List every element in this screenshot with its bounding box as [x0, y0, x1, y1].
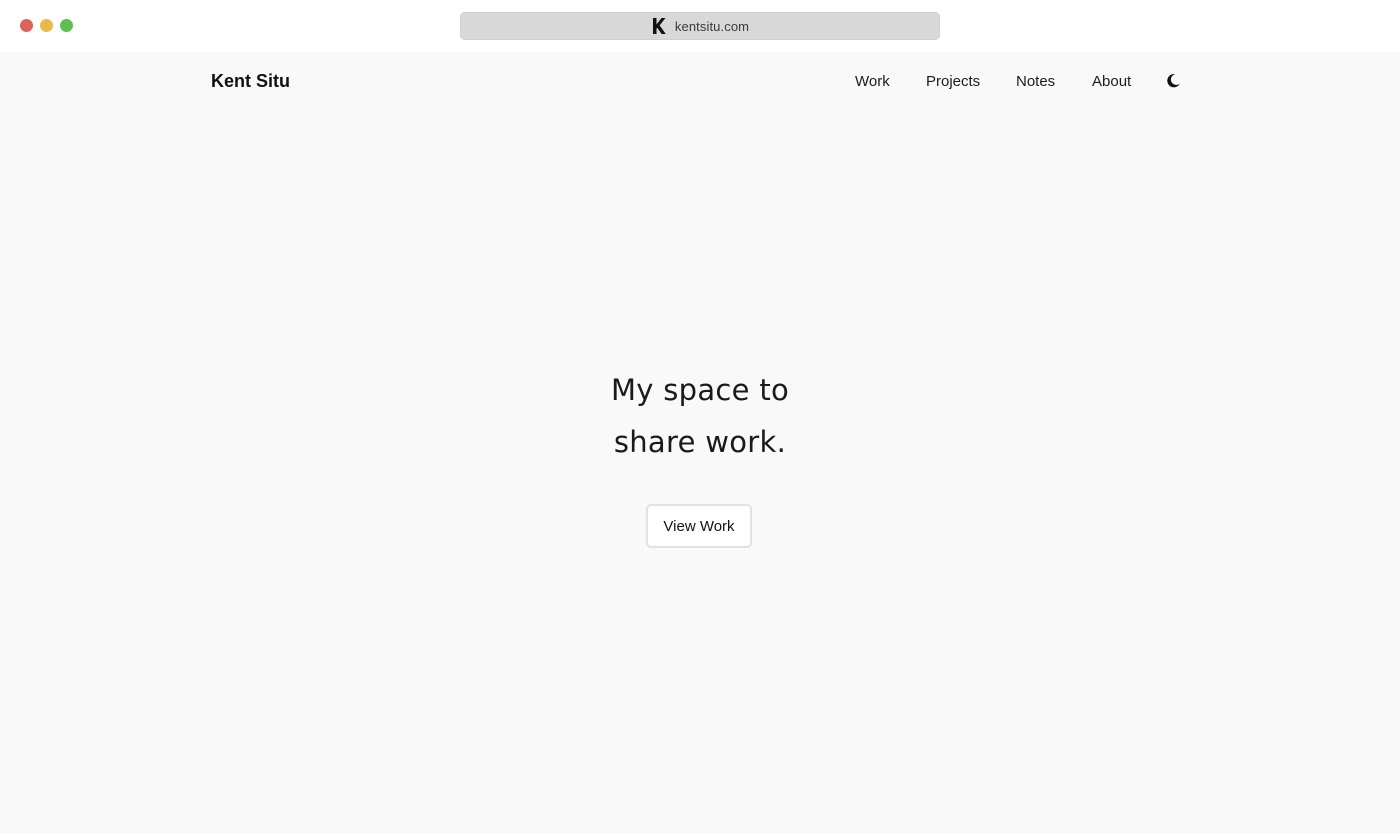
url-text: kentsitu.com: [674, 18, 750, 34]
maximize-window-button[interactable]: [60, 19, 73, 32]
hero-section: My space to share work.: [0, 364, 1400, 468]
close-window-button[interactable]: [20, 19, 33, 32]
nav-link-notes[interactable]: Notes: [1016, 73, 1055, 90]
dark-mode-toggle[interactable]: [1164, 72, 1182, 90]
minimize-window-button[interactable]: [40, 19, 53, 32]
hero-heading-line-2: share work.: [613, 425, 787, 459]
address-bar[interactable]: kentsitu.com: [460, 12, 940, 40]
hero-heading-line-1: My space to: [610, 373, 790, 407]
moon-icon: [1167, 74, 1180, 88]
window-bottom-edge: [0, 833, 1400, 837]
browser-chrome: kentsitu.com: [0, 0, 1400, 52]
kentsitu-logo-icon: [651, 17, 667, 35]
view-work-button[interactable]: View Work: [646, 504, 752, 548]
nav-link-work[interactable]: Work: [855, 73, 890, 90]
page-viewport: Kent Situ Work Projects Notes About My s…: [0, 52, 1400, 833]
main-nav: Work Projects Notes About: [0, 73, 1400, 93]
nav-link-about[interactable]: About: [1092, 73, 1131, 90]
site-header: Kent Situ Work Projects Notes About: [0, 52, 1400, 112]
nav-link-projects[interactable]: Projects: [926, 73, 980, 90]
